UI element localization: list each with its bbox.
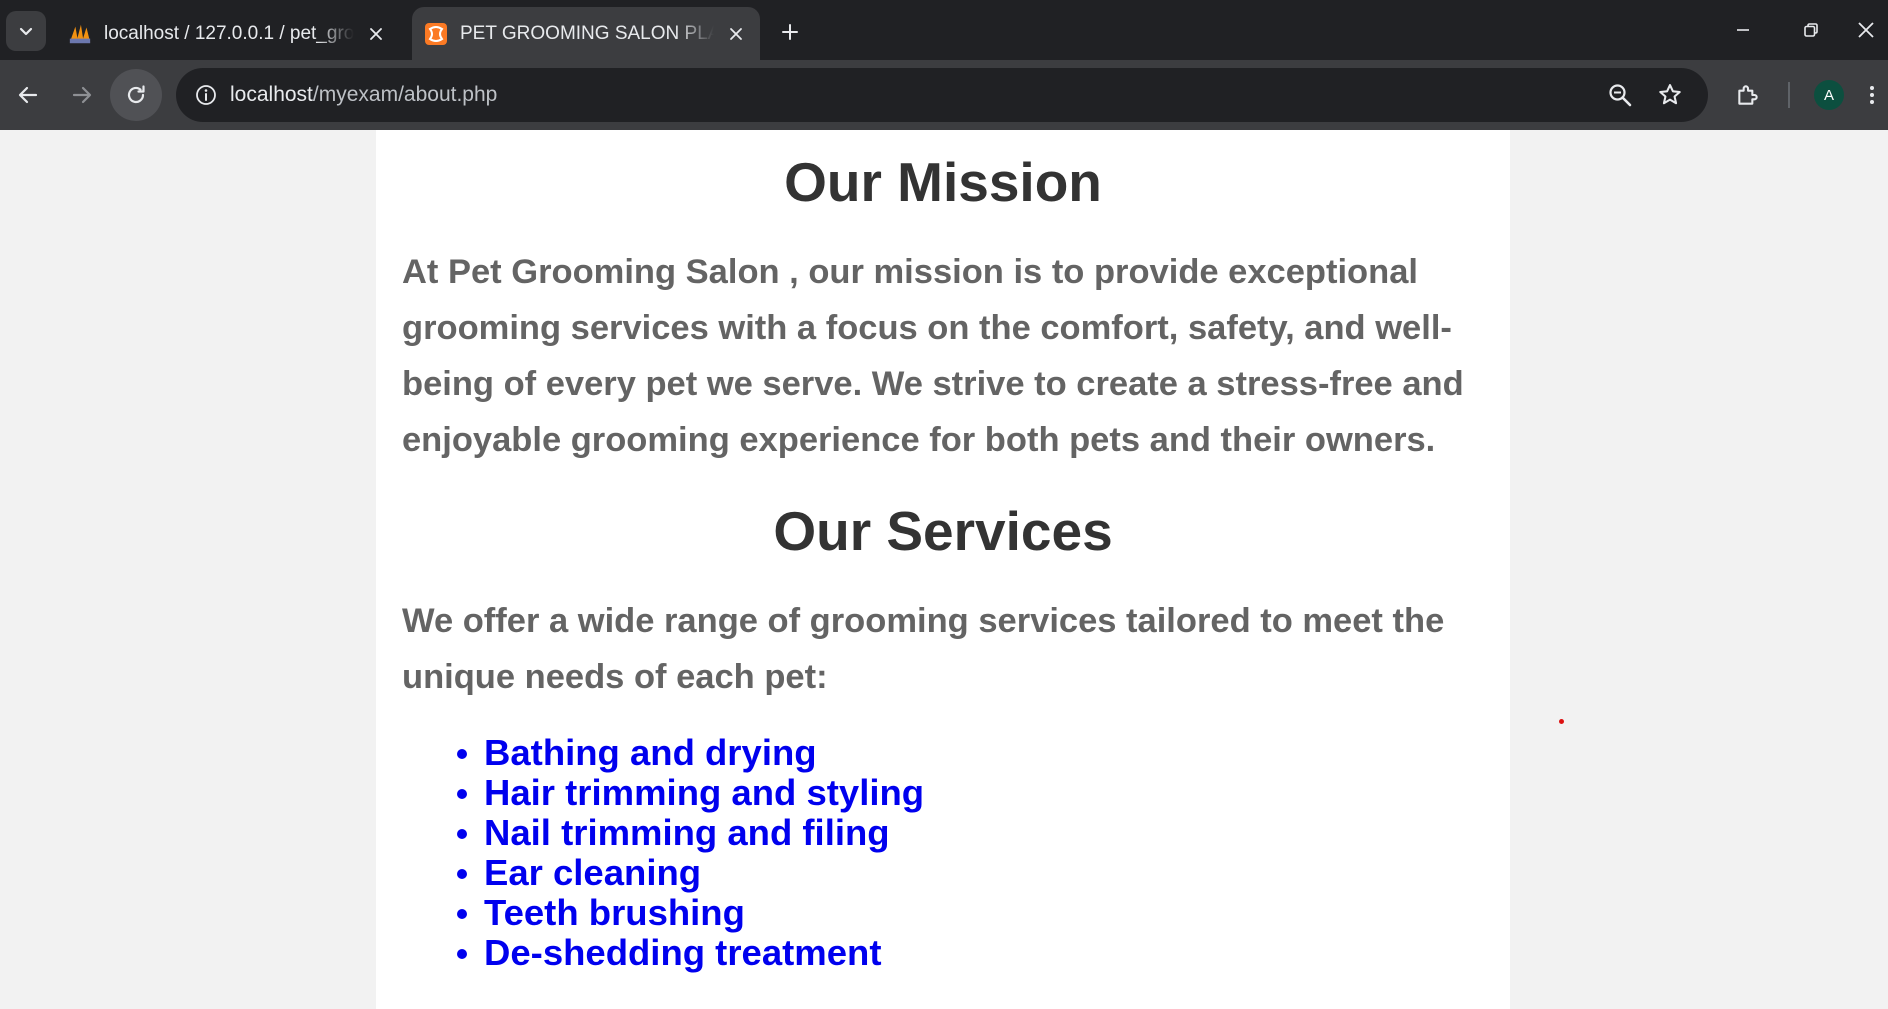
extensions-button[interactable] <box>1722 69 1774 121</box>
service-item-ear-cleaning: Ear cleaning <box>457 853 1484 893</box>
service-item-nail-trimming: Nail trimming and filing <box>457 813 1484 853</box>
service-item-bathing: Bathing and drying <box>457 733 1484 773</box>
minimize-icon <box>1737 29 1749 31</box>
tab-pet-grooming-salon[interactable]: PET GROOMING SALON PLATFORM <box>412 7 760 60</box>
forward-arrow-icon <box>72 86 92 104</box>
minimize-button[interactable] <box>1708 6 1778 54</box>
services-heading: Our Services <box>773 500 1113 562</box>
services-intro: We offer a wide range of grooming servic… <box>402 602 1445 696</box>
address-bar[interactable]: localhost/myexam/about.php <box>176 68 1708 122</box>
profile-avatar[interactable]: A <box>1814 80 1844 110</box>
close-window-button[interactable] <box>1844 6 1888 54</box>
close-tab-icon[interactable] <box>362 20 390 48</box>
menu-button[interactable] <box>1856 69 1888 121</box>
service-item-hair-trimming: Hair trimming and styling <box>457 773 1484 813</box>
mission-heading: Our Mission <box>784 151 1102 213</box>
new-tab-button[interactable] <box>772 14 808 50</box>
restore-button[interactable] <box>1776 6 1846 54</box>
url-text[interactable]: localhost/myexam/about.php <box>230 68 497 122</box>
close-icon <box>1858 22 1874 38</box>
tab-strip: localhost / 127.0.0.1 / pet_grooming PET… <box>0 0 1888 60</box>
close-tab-icon[interactable] <box>722 20 750 48</box>
more-vertical-icon <box>1870 86 1874 104</box>
phpmyadmin-icon <box>68 22 92 46</box>
cursor-dot <box>1559 719 1564 724</box>
plus-icon <box>782 24 798 40</box>
bookmark-star-icon[interactable] <box>1650 75 1690 115</box>
toolbar-separator <box>1788 82 1790 108</box>
restore-icon <box>1804 23 1818 37</box>
forward-button[interactable] <box>56 69 108 121</box>
mission-paragraph: At Pet Grooming Salon , our mission is t… <box>402 253 1464 459</box>
services-list: Bathing and drying Hair trimming and sty… <box>402 733 1484 973</box>
tab-title: localhost / 127.0.0.1 / pet_grooming <box>104 22 354 44</box>
url-path: /myexam/about.php <box>312 83 498 106</box>
zoom-icon[interactable] <box>1600 75 1640 115</box>
tab-phpmyadmin[interactable]: localhost / 127.0.0.1 / pet_grooming <box>56 7 400 60</box>
back-button[interactable] <box>2 69 54 121</box>
about-content-card: Our Mission At Pet Grooming Salon , our … <box>376 130 1510 1009</box>
page-viewport: Our Mission At Pet Grooming Salon , our … <box>0 130 1888 1009</box>
browser-toolbar: localhost/myexam/about.php A <box>0 60 1888 130</box>
service-item-teeth-brushing: Teeth brushing <box>457 893 1484 933</box>
url-host: localhost <box>230 83 313 106</box>
xampp-icon <box>424 22 448 46</box>
tab-title: PET GROOMING SALON PLATFORM <box>460 22 714 44</box>
chevron-down-icon <box>19 27 33 36</box>
reload-icon <box>127 85 145 104</box>
tab-search-button[interactable] <box>6 11 46 51</box>
puzzle-icon <box>1738 85 1758 105</box>
reload-button[interactable] <box>110 69 162 121</box>
site-info-icon[interactable] <box>186 75 226 115</box>
back-arrow-icon <box>18 86 38 104</box>
service-item-de-shedding: De-shedding treatment <box>457 933 1484 973</box>
